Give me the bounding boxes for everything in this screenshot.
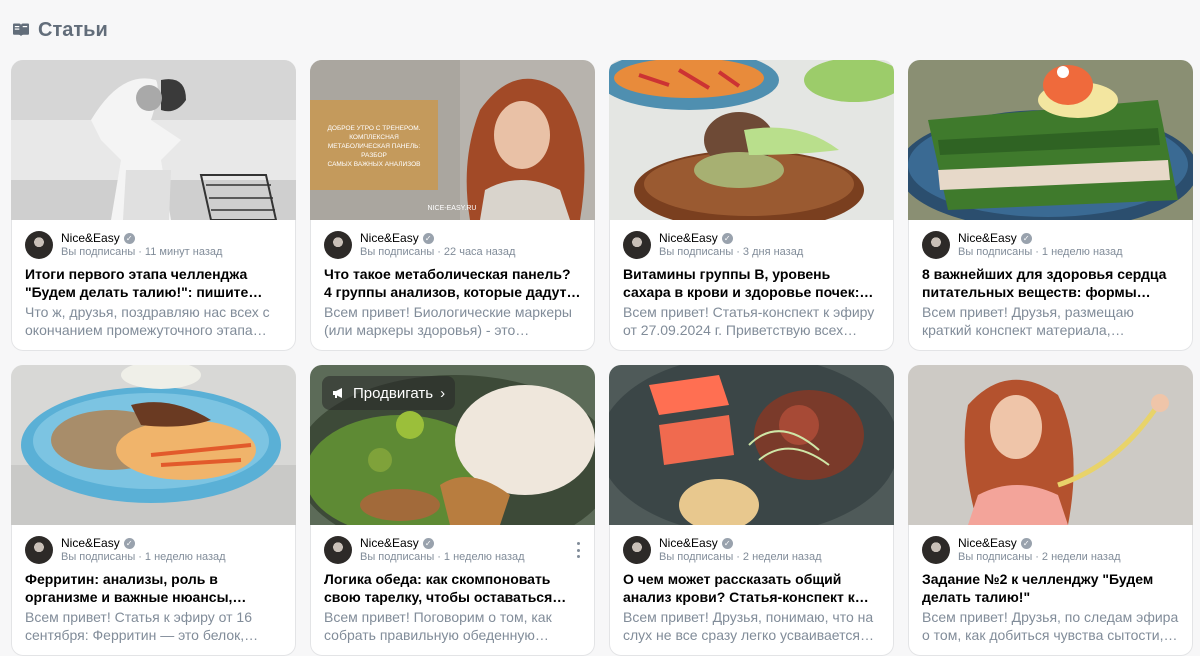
- author-name[interactable]: Nice&Easy: [659, 231, 718, 245]
- subscription-status: Вы подписаны: [61, 551, 136, 563]
- svg-text:МЕТАБОЛИЧЕСКАЯ ПАНЕЛЬ:: МЕТАБОЛИЧЕСКАЯ ПАНЕЛЬ:: [328, 143, 421, 150]
- subscription-status: Вы подписаны: [659, 246, 734, 258]
- article-description: Что ж, друзья, поздравляю нас всех с око…: [25, 304, 270, 338]
- author-name[interactable]: Nice&Easy: [659, 536, 718, 550]
- article-cover-image: [908, 60, 1193, 220]
- subscription-status: Вы подписаны: [61, 246, 136, 258]
- publish-time: 22 часа назад: [443, 246, 516, 258]
- avatar[interactable]: [623, 536, 651, 564]
- article-card[interactable]: Nice&Easy ✓ Вы подписаны · 2 недели назад О…: [609, 365, 894, 656]
- subscription-status: Вы подписаны: [360, 246, 435, 258]
- article-card[interactable]: Nice&Easy ✓ Вы подписаны · 1 неделю назад 8…: [908, 60, 1193, 351]
- promote-label: Продвигать: [353, 384, 434, 402]
- publish-time: 2 недели назад: [1041, 551, 1121, 563]
- megaphone-icon: [333, 388, 342, 398]
- author-name[interactable]: Nice&Easy: [360, 536, 419, 550]
- subscription-status: Вы подписаны: [958, 551, 1033, 563]
- publish-time: 1 неделю назад: [144, 551, 226, 563]
- article-author[interactable]: Nice&Easy ✓ Вы подписаны · 1 неделю назад: [922, 231, 1123, 259]
- svg-text:САМЫХ ВАЖНЫХ АНАЛИЗОВ: САМЫХ ВАЖНЫХ АНАЛИЗОВ: [328, 161, 421, 168]
- article-description: Всем привет! Друзья, по следам эфира о т…: [922, 609, 1179, 643]
- article-title[interactable]: Витамины группы В, уровень сахара в кров…: [623, 265, 881, 301]
- article-card[interactable]: Nice&Easy ✓ Вы подписаны · 1 неделю назад Ф…: [11, 365, 296, 656]
- author-name[interactable]: Nice&Easy: [360, 231, 419, 245]
- article-author[interactable]: Nice&Easy ✓ Вы подписаны · 1 неделю назад: [324, 536, 525, 564]
- article-title[interactable]: Логика обеда: как скомпоновать свою таре…: [324, 570, 582, 606]
- publish-time: 3 дня назад: [742, 246, 804, 258]
- avatar[interactable]: [623, 231, 651, 259]
- article-title[interactable]: Что такое метаболическая панель? 4 групп…: [324, 265, 582, 301]
- svg-text:РАЗБОР: РАЗБОР: [361, 152, 387, 159]
- article-title[interactable]: Итоги первого этапа челленджа "Будем дел…: [25, 265, 283, 301]
- verified-icon: ✓: [123, 232, 135, 244]
- article-author[interactable]: Nice&Easy ✓ Вы подписаны · 1 неделю назад: [25, 536, 226, 564]
- author-name[interactable]: Nice&Easy: [958, 536, 1017, 550]
- svg-text:ДОБРОЕ УТРО С ТРЕНЕРОМ.: ДОБРОЕ УТРО С ТРЕНЕРОМ.: [328, 125, 421, 132]
- promote-button[interactable]: Продвигать ›: [322, 376, 456, 410]
- more-options-icon[interactable]: [573, 542, 583, 558]
- articles-grid: Nice&Easy ✓ Вы подписаны · 11 минут назад И…: [11, 60, 1193, 656]
- verified-icon: ✓: [1020, 537, 1032, 549]
- author-name[interactable]: Nice&Easy: [61, 231, 120, 245]
- verified-icon: ✓: [721, 537, 733, 549]
- article-card[interactable]: Nice&Easy ✓ Вы подписаны · 3 дня назад Вита…: [609, 60, 894, 351]
- verified-icon: ✓: [123, 537, 135, 549]
- article-cover-image: ДОБРОЕ УТРО С ТРЕНЕРОМ. КОМПЛЕКСНАЯ МЕТА…: [310, 60, 595, 220]
- verified-icon: ✓: [422, 537, 434, 549]
- article-author[interactable]: Nice&Easy ✓ Вы подписаны · 2 недели назад: [623, 536, 822, 564]
- verified-icon: ✓: [721, 232, 733, 244]
- article-title[interactable]: О чем может рассказать общий анализ кров…: [623, 570, 881, 606]
- articles-icon: [13, 23, 29, 36]
- article-author[interactable]: Nice&Easy ✓ Вы подписаны · 11 минут назад: [25, 231, 222, 259]
- subscription-status: Вы подписаны: [360, 551, 435, 563]
- article-description: Всем привет! Друзья, понимаю, что на слу…: [623, 609, 874, 643]
- article-card[interactable]: Nice&Easy ✓ Вы подписаны · 2 недели назад З…: [908, 365, 1193, 656]
- article-card[interactable]: ДОБРОЕ УТРО С ТРЕНЕРОМ. КОМПЛЕКСНАЯ МЕТА…: [310, 60, 595, 351]
- article-description: Всем привет! Друзья, размещаю краткий ко…: [922, 304, 1134, 338]
- author-name[interactable]: Nice&Easy: [958, 231, 1017, 245]
- verified-icon: ✓: [1020, 232, 1032, 244]
- avatar[interactable]: [324, 231, 352, 259]
- article-title[interactable]: 8 важнейших для здоровья сердца питатель…: [922, 265, 1180, 301]
- article-description: Всем привет! Статья к эфиру от 16 сентяб…: [25, 609, 259, 643]
- article-card[interactable]: Nice&Easy ✓ Вы подписаны · 11 минут назад И…: [11, 60, 296, 351]
- publish-time: 11 минут назад: [144, 246, 223, 258]
- publish-time: 1 неделю назад: [1041, 246, 1123, 258]
- article-author[interactable]: Nice&Easy ✓ Вы подписаны · 3 дня назад: [623, 231, 803, 259]
- article-cover-image: [11, 365, 296, 525]
- article-cover-image: [609, 60, 894, 220]
- article-title[interactable]: Ферритин: анализы, роль в организме и ва…: [25, 570, 283, 606]
- verified-icon: ✓: [422, 232, 434, 244]
- article-description: Всем привет! Биологические маркеры (или …: [324, 304, 572, 338]
- avatar[interactable]: [25, 536, 53, 564]
- article-cover-image: [908, 365, 1193, 525]
- publish-time: 1 неделю назад: [443, 551, 525, 563]
- publish-time: 2 недели назад: [742, 551, 822, 563]
- avatar[interactable]: [922, 536, 950, 564]
- svg-text:NICE-EASY.RU: NICE-EASY.RU: [428, 205, 477, 212]
- article-author[interactable]: Nice&Easy ✓ Вы подписаны · 2 недели назад: [922, 536, 1121, 564]
- article-title[interactable]: Задание №2 к челленджу "Будем делать тал…: [922, 570, 1180, 606]
- article-cover-image: [11, 60, 296, 220]
- author-name[interactable]: Nice&Easy: [61, 536, 120, 550]
- avatar[interactable]: [922, 231, 950, 259]
- chevron-right-icon: ›: [440, 384, 446, 402]
- avatar[interactable]: [25, 231, 53, 259]
- section-header: Статьи: [12, 16, 108, 44]
- section-title: Статьи: [38, 18, 108, 41]
- article-description: Всем привет! Поговорим о том, как собрат…: [324, 609, 552, 643]
- article-description: Всем привет! Статья-конспект к эфиру от …: [623, 304, 875, 338]
- article-card[interactable]: Продвигать › Nice&Easy ✓ Вы подписаны · 1 н…: [310, 365, 595, 656]
- avatar[interactable]: [324, 536, 352, 564]
- subscription-status: Вы подписаны: [659, 551, 734, 563]
- svg-text:КОМПЛЕКСНАЯ: КОМПЛЕКСНАЯ: [349, 134, 399, 141]
- article-cover-image: [609, 365, 894, 525]
- subscription-status: Вы подписаны: [958, 246, 1033, 258]
- article-author[interactable]: Nice&Easy ✓ Вы подписаны · 22 часа назад: [324, 231, 515, 259]
